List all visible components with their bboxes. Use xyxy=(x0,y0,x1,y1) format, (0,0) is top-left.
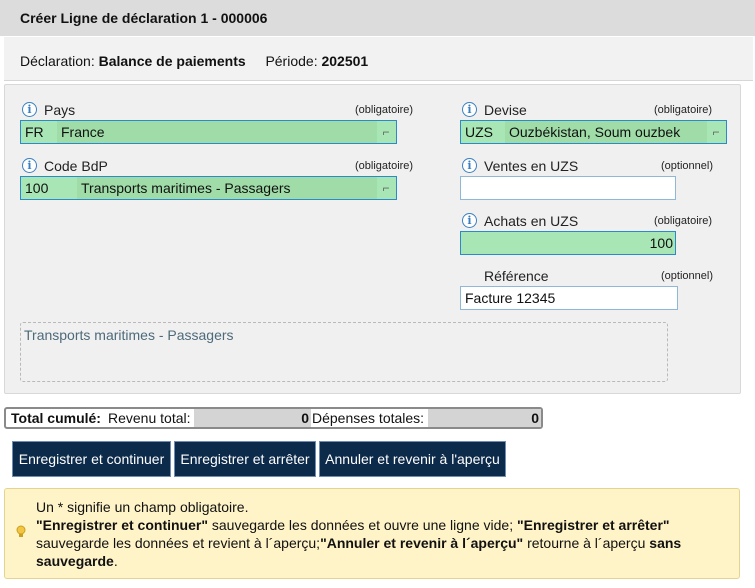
help-save-stop-desc: sauvegarde les données et revient à l´ap… xyxy=(36,535,321,551)
achats-status: (obligatoire) xyxy=(654,215,713,227)
pays-code[interactable]: FR xyxy=(21,121,44,143)
periode-label: Période: xyxy=(265,53,318,69)
ventes-input[interactable] xyxy=(460,176,676,200)
pays-label: Pays xyxy=(44,102,76,118)
save-continue-button[interactable]: Enregistrer et continuer xyxy=(12,441,171,477)
ventes-status: (optionnel) xyxy=(661,160,713,172)
help-cancel: "Annuler et revenir à l´aperçu" xyxy=(320,535,524,551)
help-line1: Un * signifie un champ obligatoire. xyxy=(36,499,249,515)
code-bdp-status: (obligatoire) xyxy=(355,160,414,172)
info-icon[interactable]: i xyxy=(462,213,477,228)
pays-name: France xyxy=(57,121,377,143)
periode-value: 202501 xyxy=(321,53,369,69)
devise-label: Devise xyxy=(484,102,527,118)
revenu-value: 0 xyxy=(194,409,311,427)
totals-label: Total cumulé: xyxy=(11,410,101,426)
page-title: Créer Ligne de déclaration 1 - 000006 xyxy=(0,0,755,36)
lookup-icon[interactable]: ⌐ xyxy=(377,122,395,142)
code-bdp-name: Transports maritimes - Passagers xyxy=(77,177,377,199)
ventes-label: Ventes en UZS xyxy=(484,158,579,174)
totals-bar: Total cumulé: Revenu total: 0 Dépenses t… xyxy=(4,407,543,429)
revenu-label: Revenu total: xyxy=(108,410,191,426)
declaration-info-bar: Déclaration: Balance de paiements Périod… xyxy=(4,37,753,81)
info-icon[interactable]: i xyxy=(462,158,477,173)
code-bdp-label: Code BdP xyxy=(44,158,108,174)
help-cancel-desc: retourne à l´aperçu xyxy=(523,535,650,551)
depenses-value: 0 xyxy=(428,409,541,427)
info-icon[interactable]: i xyxy=(22,158,37,173)
declaration-label: Déclaration: xyxy=(20,53,95,69)
help-save-continue: "Enregistrer et continuer" xyxy=(36,517,208,533)
help-save-continue-desc: sauvegarde les données et ouvre une lign… xyxy=(207,517,517,533)
reference-status: (optionnel) xyxy=(661,270,713,282)
depenses-label: Dépenses totales: xyxy=(312,410,425,426)
help-end: . xyxy=(113,553,118,569)
achats-input[interactable]: 100 xyxy=(460,231,676,255)
lookup-icon[interactable]: ⌐ xyxy=(707,122,725,142)
help-paragraph: "Enregistrer et continuer" sauvegarde le… xyxy=(36,516,726,570)
lookup-icon[interactable]: ⌐ xyxy=(377,178,395,198)
devise-status: (obligatoire) xyxy=(654,104,713,116)
help-box: Un * signifie un champ obligatoire. "Enr… xyxy=(4,488,740,579)
achats-label: Achats en UZS xyxy=(484,213,579,229)
pays-status: (obligatoire) xyxy=(355,104,414,116)
code-bdp-code[interactable]: 100 xyxy=(21,177,48,199)
description-textarea[interactable]: Transports maritimes - Passagers xyxy=(20,322,668,382)
help-save-stop: "Enregistrer et arrêter" xyxy=(516,517,670,533)
declaration-value: Balance de paiements xyxy=(98,53,246,69)
info-icon[interactable]: i xyxy=(22,102,37,117)
devise-name: Ouzbékistan, Soum ouzbek xyxy=(505,121,707,143)
lightbulb-icon xyxy=(16,525,26,537)
save-stop-button[interactable]: Enregistrer et arrêter xyxy=(174,441,316,477)
reference-input[interactable]: Facture 12345 xyxy=(460,286,678,310)
cancel-button[interactable]: Annuler et revenir à l'aperçu xyxy=(319,441,506,477)
code-bdp-field[interactable]: 100 Transports maritimes - Passagers ⌐ xyxy=(20,176,397,200)
devise-code[interactable]: UZS xyxy=(461,121,493,143)
info-icon[interactable]: i xyxy=(462,102,477,117)
reference-label: Référence xyxy=(484,268,549,284)
help-text: Un * signifie un champ obligatoire. "Enr… xyxy=(36,498,726,570)
devise-field[interactable]: UZS Ouzbékistan, Soum ouzbek ⌐ xyxy=(460,120,727,144)
pays-field[interactable]: FR France ⌐ xyxy=(20,120,397,144)
